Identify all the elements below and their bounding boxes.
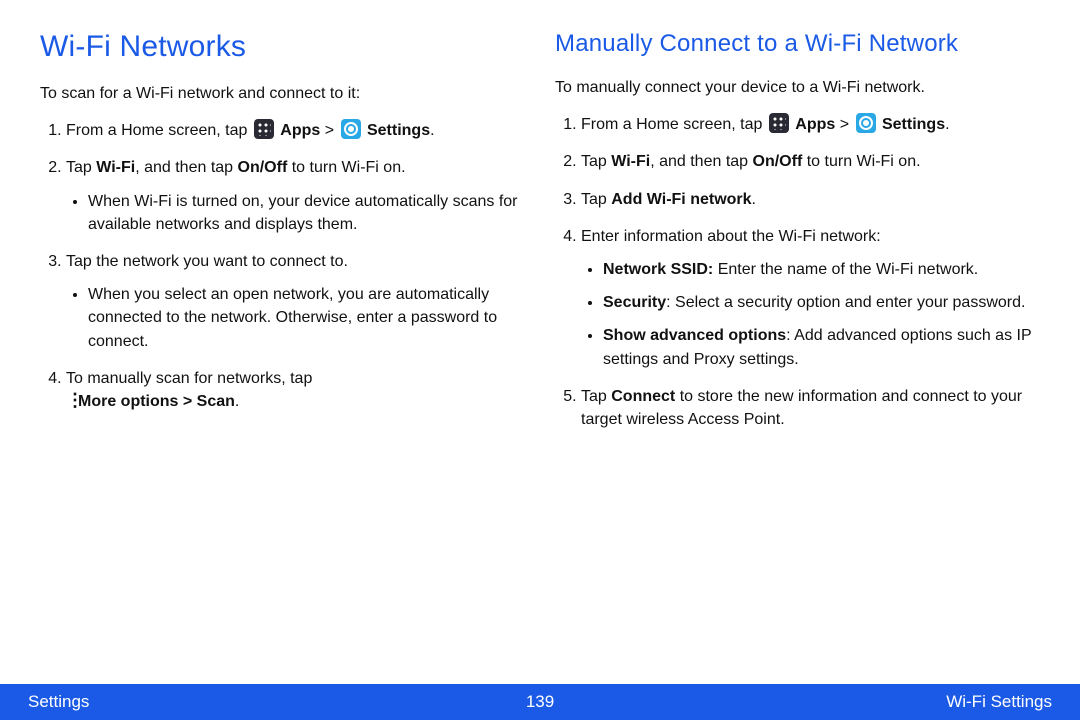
step-3: Tap the network you want to connect to. … (66, 250, 525, 353)
step-4: To manually scan for networks, tap More … (66, 367, 525, 413)
steps-right: From a Home screen, tap Apps > Settings.… (555, 113, 1040, 431)
period: . (430, 122, 434, 139)
settings-icon (856, 113, 876, 133)
content-area: Wi-Fi Networks To scan for a Wi-Fi netwo… (0, 0, 1080, 684)
settings-label: Settings (882, 116, 945, 133)
settings-icon (341, 119, 361, 139)
intro-right: To manually connect your device to a Wi-… (555, 76, 1040, 99)
t: To manually scan for networks, tap (66, 370, 312, 387)
steps-left: From a Home screen, tap Apps > Settings.… (40, 119, 525, 413)
step-3: Tap Add Wi-Fi network. (581, 188, 1040, 211)
t: . (752, 191, 756, 208)
advanced-label: Show advanced options (603, 327, 786, 344)
substeps: When Wi-Fi is turned on, your device aut… (66, 190, 525, 236)
sub-item: When you select an open network, you are… (88, 283, 525, 353)
sub-item: Network SSID: Enter the name of the Wi-F… (603, 258, 1040, 281)
ssid-label: Network SSID: (603, 261, 713, 278)
t: to turn Wi-Fi on. (287, 159, 405, 176)
step-4: Enter information about the Wi-Fi networ… (581, 225, 1040, 371)
connect-label: Connect (611, 388, 675, 405)
left-column: Wi-Fi Networks To scan for a Wi-Fi netwo… (40, 30, 525, 674)
separator: > (835, 116, 853, 133)
t: , and then tap (135, 159, 237, 176)
add-wifi-label: Add Wi-Fi network (611, 191, 751, 208)
apps-icon (254, 119, 274, 139)
t: to turn Wi-Fi on. (802, 153, 920, 170)
section-title-left: Wi-Fi Networks (40, 30, 525, 64)
settings-label: Settings (367, 122, 430, 139)
wifi-label: Wi-Fi (96, 159, 135, 176)
step-1: From a Home screen, tap Apps > Settings. (581, 113, 1040, 136)
t: Tap (66, 159, 96, 176)
footer-left: Settings (28, 692, 89, 712)
page-number: 139 (526, 692, 554, 712)
sub-item: Security: Select a security option and e… (603, 291, 1040, 314)
period: . (945, 116, 949, 133)
intro-left: To scan for a Wi-Fi network and connect … (40, 82, 525, 105)
apps-label: Apps (795, 116, 835, 133)
step-2: Tap Wi-Fi, and then tap On/Off to turn W… (581, 150, 1040, 173)
step-2: Tap Wi-Fi, and then tap On/Off to turn W… (66, 156, 525, 236)
t: Enter the name of the Wi-Fi network. (713, 261, 978, 278)
period: . (235, 393, 239, 410)
substeps: Network SSID: Enter the name of the Wi-F… (581, 258, 1040, 371)
step-5: Tap Connect to store the new information… (581, 385, 1040, 431)
t: Tap (581, 153, 611, 170)
t: From a Home screen, tap (581, 116, 767, 133)
onoff-label: On/Off (753, 153, 803, 170)
separator: > (320, 122, 338, 139)
t: , and then tap (650, 153, 752, 170)
t: Tap the network you want to connect to. (66, 253, 348, 270)
step-text: From a Home screen, tap (66, 122, 252, 139)
sub-item: When Wi-Fi is turned on, your device aut… (88, 190, 525, 236)
t: : Select a security option and enter you… (666, 294, 1025, 311)
manual-page: Wi-Fi Networks To scan for a Wi-Fi netwo… (0, 0, 1080, 720)
t: Tap (581, 191, 611, 208)
security-label: Security (603, 294, 666, 311)
more-scan-label: More options > Scan (78, 393, 235, 410)
wifi-label: Wi-Fi (611, 153, 650, 170)
sub-item: Show advanced options: Add advanced opti… (603, 324, 1040, 370)
footer-right: Wi-Fi Settings (946, 692, 1052, 712)
step-1: From a Home screen, tap Apps > Settings. (66, 119, 525, 142)
substeps: When you select an open network, you are… (66, 283, 525, 353)
apps-icon (769, 113, 789, 133)
apps-label: Apps (280, 122, 320, 139)
t: Tap (581, 388, 611, 405)
right-column: Manually Connect to a Wi-Fi Network To m… (555, 30, 1040, 674)
page-footer: Settings 139 Wi-Fi Settings (0, 684, 1080, 720)
onoff-label: On/Off (238, 159, 288, 176)
t: Enter information about the Wi-Fi networ… (581, 228, 881, 245)
more-options-icon (66, 391, 76, 409)
section-title-right: Manually Connect to a Wi-Fi Network (555, 30, 1040, 58)
